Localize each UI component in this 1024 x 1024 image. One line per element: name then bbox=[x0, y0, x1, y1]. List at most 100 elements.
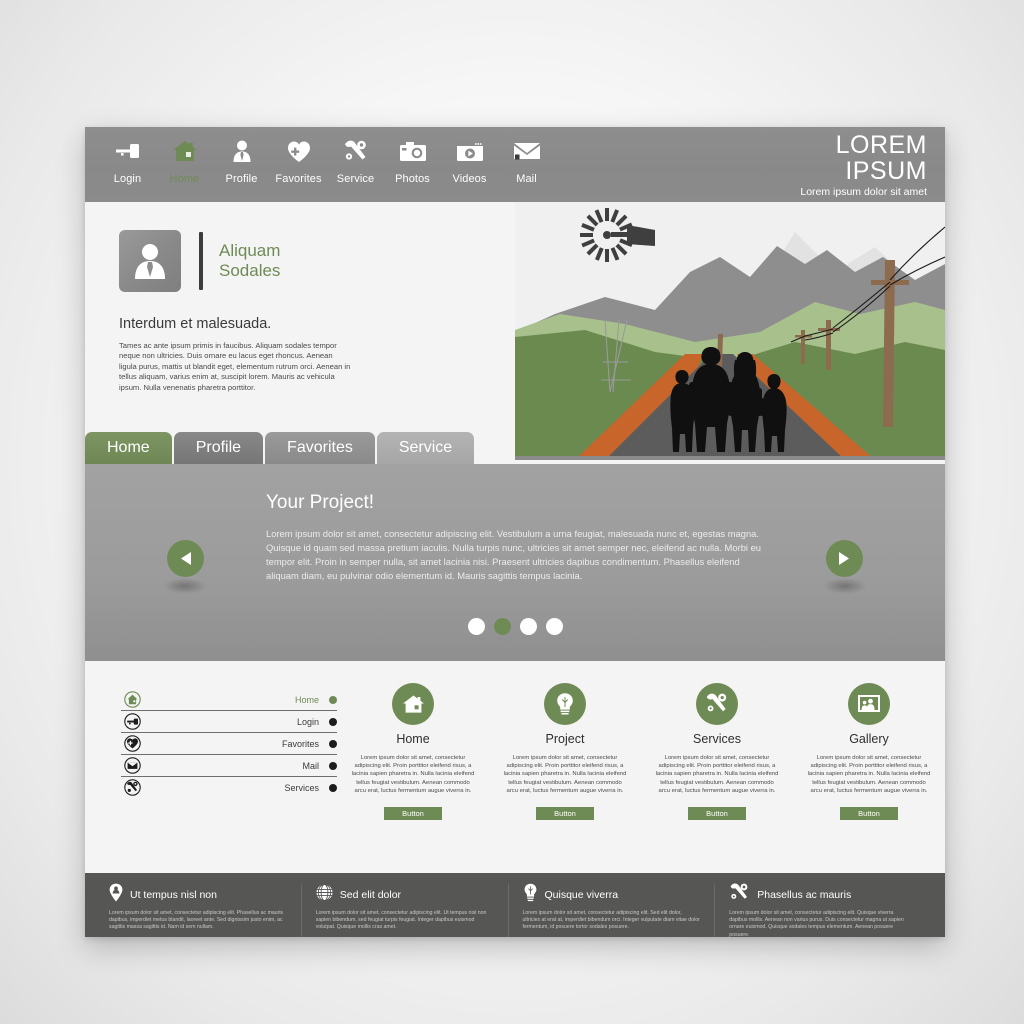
tab-label: Favorites bbox=[287, 439, 353, 456]
footer-item-header: Ut tempus nisl non bbox=[109, 883, 287, 907]
sidebar-bullet bbox=[329, 783, 337, 792]
intro-name-line-1: Aliquam bbox=[219, 241, 281, 260]
sidebar-item-label: Login bbox=[296, 716, 319, 727]
sidebar-item-label: Mail bbox=[302, 760, 319, 771]
feature-card-services: Services Lorem ipsum dolor sit amet, con… bbox=[641, 683, 793, 873]
topnav-label: Videos bbox=[452, 173, 487, 185]
features-section: Home Login Favorites Mail Services Home … bbox=[85, 661, 945, 873]
footer-item-body: Lorem ipsum dolor sit amet, consectetur … bbox=[729, 910, 904, 938]
slider-dot-1[interactable] bbox=[467, 618, 485, 635]
feature-button[interactable]: Button bbox=[384, 807, 442, 821]
heart-plus-circle-icon bbox=[121, 735, 143, 752]
topnav-label: Mail bbox=[516, 173, 537, 185]
sidebar-bullet bbox=[329, 717, 337, 726]
key-circle-icon bbox=[121, 713, 143, 730]
video-player-icon bbox=[441, 136, 498, 166]
sidebar-item-login[interactable]: Login bbox=[121, 711, 337, 733]
feature-title: Gallery bbox=[849, 732, 889, 746]
next-arrow-shadow bbox=[823, 578, 867, 594]
content-tabs: Home Profile Favorites Service bbox=[85, 432, 476, 464]
user-icon bbox=[213, 136, 270, 166]
footer-item-body: Lorem ipsum dolor sit amet, consectetur … bbox=[315, 910, 487, 931]
slider-body-text: Lorem ipsum dolor sit amet, consectetur … bbox=[266, 528, 762, 581]
topnav-item-profile[interactable]: Profile bbox=[213, 136, 270, 185]
chevron-left-icon bbox=[181, 552, 191, 565]
house-icon bbox=[392, 683, 434, 725]
camera-icon bbox=[384, 136, 441, 166]
hero-section: Aliquam Sodales Interdum et malesuada. T… bbox=[85, 202, 945, 464]
topnav-label: Service bbox=[336, 173, 375, 185]
topnav-item-photos[interactable]: Photos bbox=[384, 136, 441, 185]
feature-body: Lorem ipsum dolor sit amet, consectetur … bbox=[807, 755, 931, 794]
topnav-item-videos[interactable]: Videos bbox=[441, 136, 498, 185]
tab-home[interactable]: Home bbox=[85, 432, 172, 464]
footer-item-globe: Sed elit dolor Lorem ipsum dolor sit ame… bbox=[300, 884, 508, 937]
feature-button[interactable]: Button bbox=[688, 807, 746, 821]
top-navigation: Login Home Profile Favorites Service Pho… bbox=[85, 127, 555, 185]
site-header: Login Home Profile Favorites Service Pho… bbox=[85, 127, 945, 202]
side-menu: Home Login Favorites Mail Services bbox=[85, 683, 337, 873]
wrench-gear-circle-icon bbox=[121, 779, 143, 796]
footer-item-header: Phasellus ac mauris bbox=[729, 883, 907, 907]
topnav-item-service[interactable]: Service bbox=[327, 136, 384, 185]
feature-title: Home bbox=[396, 732, 430, 746]
tab-service[interactable]: Service bbox=[376, 432, 475, 464]
envelope-circle-icon bbox=[121, 757, 143, 774]
avatar bbox=[119, 230, 181, 292]
topnav-label: Home bbox=[169, 173, 200, 185]
hero-illustration-countryside-family bbox=[515, 202, 945, 460]
sidebar-bullet bbox=[329, 761, 337, 770]
intro-header: Aliquam Sodales bbox=[119, 230, 419, 292]
brand-line-1: LOREM bbox=[835, 131, 927, 159]
topnav-item-home[interactable]: Home bbox=[156, 136, 213, 185]
sidebar-bullet bbox=[329, 695, 337, 704]
sidebar-item-services[interactable]: Services bbox=[121, 777, 337, 798]
house-icon bbox=[156, 136, 213, 166]
site-logo[interactable]: LOREM IPSUM Lorem ipsum dolor sit amet bbox=[800, 131, 927, 199]
slider-pagination bbox=[85, 618, 945, 635]
footer-item-body: Lorem ipsum dolor sit amet, consectetur … bbox=[522, 910, 700, 931]
topnav-item-mail[interactable]: Mail bbox=[498, 136, 555, 185]
feature-button[interactable]: Button bbox=[536, 807, 594, 821]
topnav-item-login[interactable]: Login bbox=[99, 136, 156, 185]
feature-button[interactable]: Button bbox=[840, 807, 898, 821]
tab-profile[interactable]: Profile bbox=[173, 432, 264, 464]
heart-plus-icon bbox=[270, 136, 327, 166]
vertical-divider bbox=[199, 232, 203, 290]
feature-card-gallery: Gallery Lorem ipsum dolor sit amet, cons… bbox=[793, 683, 945, 873]
footer-item-idea: Quisque viverra Lorem ipsum dolor sit am… bbox=[507, 883, 715, 937]
website-mockup-page: Login Home Profile Favorites Service Pho… bbox=[85, 127, 945, 938]
sidebar-item-mail[interactable]: Mail bbox=[121, 755, 337, 777]
slider-next-button[interactable] bbox=[826, 540, 863, 577]
feature-body: Lorem ipsum dolor sit amet, consectetur … bbox=[351, 755, 475, 794]
footer-item-title: Phasellus ac mauris bbox=[757, 889, 852, 901]
sidebar-item-label: Home bbox=[294, 694, 319, 705]
feature-columns: Home Lorem ipsum dolor sit amet, consect… bbox=[337, 683, 945, 873]
footer-item-title: Ut tempus nisl non bbox=[130, 889, 217, 901]
tab-label: Profile bbox=[195, 439, 242, 456]
slider-dot-2[interactable] bbox=[493, 618, 511, 635]
topnav-item-favorites[interactable]: Favorites bbox=[270, 136, 327, 185]
feature-body: Lorem ipsum dolor sit amet, consectetur … bbox=[503, 755, 627, 794]
feature-title: Services bbox=[693, 732, 741, 746]
slider-dot-3[interactable] bbox=[519, 618, 537, 635]
footer-item-header: Quisque viverra bbox=[523, 883, 701, 906]
topnav-label: Login bbox=[113, 173, 142, 185]
sidebar-item-home[interactable]: Home bbox=[121, 689, 337, 711]
brand-tagline: Lorem ipsum dolor sit amet bbox=[800, 186, 927, 198]
intro-name: Aliquam Sodales bbox=[219, 241, 280, 281]
brand-line-2: IPSUM bbox=[845, 157, 927, 185]
footer-item-service: Phasellus ac mauris Lorem ipsum dolor si… bbox=[714, 883, 921, 938]
footer-item-title: Quisque viverra bbox=[544, 889, 619, 901]
slider-prev-button[interactable] bbox=[167, 540, 204, 577]
feature-title: Project bbox=[545, 732, 585, 746]
picture-frame-icon bbox=[848, 683, 890, 725]
tab-favorites[interactable]: Favorites bbox=[265, 432, 375, 464]
key-icon bbox=[99, 136, 156, 166]
sidebar-item-label: Favorites bbox=[281, 738, 319, 749]
wrench-gear-icon bbox=[729, 883, 750, 907]
sidebar-item-favorites[interactable]: Favorites bbox=[121, 733, 337, 755]
map-pin-user-icon bbox=[109, 883, 123, 907]
slider-dot-4[interactable] bbox=[545, 618, 563, 635]
intro-body-text: Tames ac ante ipsum primis in faucibus. … bbox=[119, 341, 351, 392]
